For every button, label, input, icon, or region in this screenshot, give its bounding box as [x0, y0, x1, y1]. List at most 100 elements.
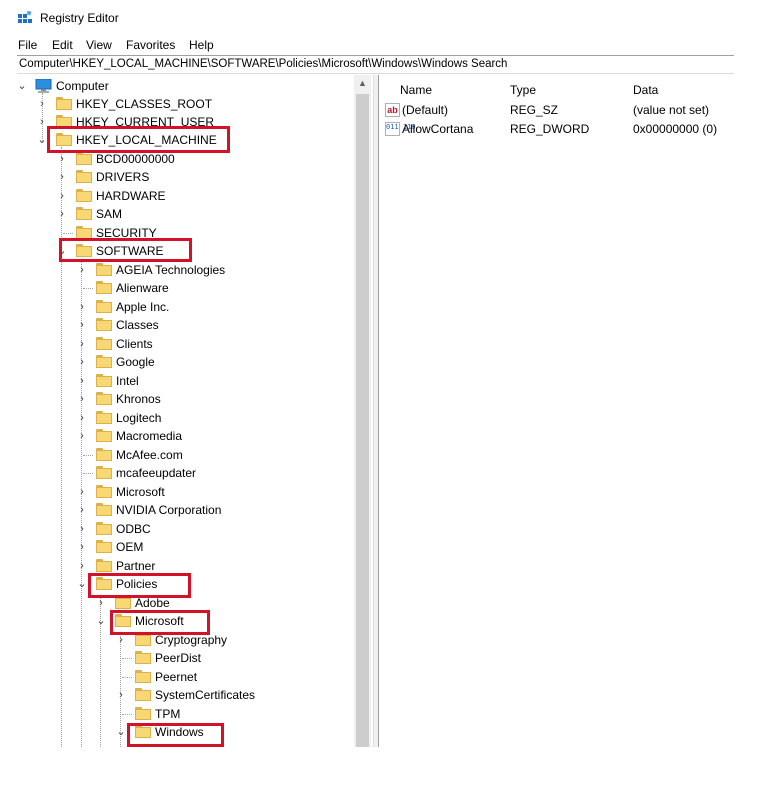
value-row[interactable]: ab (Default) REG_SZ (value not set): [378, 101, 734, 119]
chevron-down-icon[interactable]: ⌄: [17, 77, 27, 95]
tree-item[interactable]: › Google: [17, 353, 367, 371]
key-tree-pane[interactable]: ⌄ Computer › HKEY_CLASSES_ROOT › HKEY_CU…: [17, 75, 369, 747]
tree-label: AGEIA Technologies: [116, 263, 226, 277]
tree-label: DRIVERS: [96, 170, 150, 184]
tree-label: Apple Inc.: [116, 300, 170, 314]
column-header-type[interactable]: Type: [510, 83, 536, 97]
chevron-right-icon[interactable]: ›: [57, 205, 67, 223]
tree-item[interactable]: › Intel: [17, 372, 367, 390]
binary-value-icon: 011 110: [385, 122, 416, 136]
highlight-box-hklm: [47, 126, 230, 153]
tree-item-computer[interactable]: ⌄ Computer: [17, 77, 367, 95]
tree-item[interactable]: › Logitech: [17, 409, 367, 427]
tree-label: TPM: [155, 707, 181, 721]
chevron-down-icon[interactable]: ⌄: [116, 723, 126, 741]
tree-label: Adobe: [135, 596, 170, 610]
tree-item[interactable]: Alienware: [17, 279, 367, 297]
tree-item[interactable]: › OEM: [17, 538, 367, 556]
tree-item[interactable]: McAfee.com: [17, 446, 367, 464]
tree-item[interactable]: › AGEIA Technologies: [17, 261, 367, 279]
folder-icon: [96, 522, 112, 535]
chevron-right-icon[interactable]: ›: [77, 261, 87, 279]
highlight-box-microsoft: [110, 610, 210, 635]
tree-label: HKEY_CLASSES_ROOT: [76, 97, 213, 111]
chevron-right-icon[interactable]: ›: [77, 501, 87, 519]
tree-item-hkcr[interactable]: › HKEY_CLASSES_ROOT: [17, 95, 367, 113]
value-row[interactable]: 011 110 AllowCortana REG_DWORD 0x0000000…: [378, 120, 734, 138]
chevron-right-icon[interactable]: ›: [77, 316, 87, 334]
menu-file[interactable]: File: [18, 38, 37, 52]
chevron-right-icon[interactable]: ›: [57, 187, 67, 205]
menu-help[interactable]: Help: [189, 38, 214, 52]
address-bar[interactable]: Computer\HKEY_LOCAL_MACHINE\SOFTWARE\Pol…: [17, 55, 734, 74]
tree-label: Classes: [116, 318, 159, 332]
chevron-down-icon[interactable]: ⌄: [37, 131, 47, 149]
folder-icon: [96, 318, 112, 331]
chevron-right-icon[interactable]: ›: [37, 113, 47, 131]
tree-label: mcafeeupdater: [116, 466, 197, 480]
tree-label: Intel: [116, 374, 139, 388]
tree-item[interactable]: › Partner: [17, 557, 367, 575]
tree-item[interactable]: › NVIDIA Corporation: [17, 501, 367, 519]
folder-icon: [96, 300, 112, 313]
chevron-right-icon[interactable]: ›: [57, 168, 67, 186]
tree-item[interactable]: › HARDWARE: [17, 187, 367, 205]
string-value-icon: ab: [385, 103, 400, 117]
folder-icon: [135, 670, 151, 683]
tree-item[interactable]: › Clients: [17, 335, 367, 353]
value-type: REG_SZ: [510, 103, 559, 117]
chevron-right-icon[interactable]: ›: [116, 686, 126, 704]
chevron-right-icon[interactable]: ›: [77, 298, 87, 316]
chevron-down-icon[interactable]: ⌄: [77, 575, 87, 593]
folder-icon: [96, 559, 112, 572]
chevron-right-icon[interactable]: ›: [77, 353, 87, 371]
chevron-right-icon[interactable]: ›: [77, 335, 87, 353]
chevron-right-icon[interactable]: ›: [77, 409, 87, 427]
chevron-right-icon[interactable]: ›: [37, 95, 47, 113]
tree-item[interactable]: PeerDist: [17, 649, 367, 667]
tree-item[interactable]: › ODBC: [17, 520, 367, 538]
column-header-data[interactable]: Data: [633, 83, 658, 97]
chevron-right-icon[interactable]: ›: [77, 483, 87, 501]
tree-label: Logitech: [116, 411, 162, 425]
tree-item[interactable]: › Khronos: [17, 390, 367, 408]
tree-item[interactable]: mcafeeupdater: [17, 464, 367, 482]
chevron-right-icon[interactable]: ›: [77, 390, 87, 408]
tree-item[interactable]: Peernet: [17, 668, 367, 686]
chevron-right-icon[interactable]: ›: [77, 372, 87, 390]
menu-view[interactable]: View: [86, 38, 112, 52]
chevron-right-icon[interactable]: ›: [77, 520, 87, 538]
tree-label: Computer: [56, 79, 109, 93]
address-path[interactable]: Computer\HKEY_LOCAL_MACHINE\SOFTWARE\Pol…: [19, 58, 507, 70]
tree-item[interactable]: › Classes: [17, 316, 367, 334]
folder-icon: [56, 97, 72, 110]
highlight-box-software: [59, 238, 192, 262]
tree-item[interactable]: › Microsoft: [17, 483, 367, 501]
chevron-down-icon[interactable]: ⌄: [96, 612, 106, 630]
scroll-up-arrow-icon[interactable]: ▲: [354, 75, 371, 92]
chevron-right-icon[interactable]: ›: [77, 538, 87, 556]
folder-icon: [96, 337, 112, 350]
menu-favorites[interactable]: Favorites: [126, 38, 175, 52]
values-pane[interactable]: Name Type Data ab (Default) REG_SZ (valu…: [378, 75, 734, 747]
highlight-box-windows: [127, 723, 224, 747]
tree-item[interactable]: › DRIVERS: [17, 168, 367, 186]
tree-item[interactable]: › SAM: [17, 205, 367, 223]
chevron-right-icon[interactable]: ›: [77, 427, 87, 445]
tree-item-policies[interactable]: ⌄ Policies: [17, 575, 367, 593]
scroll-thumb[interactable]: [356, 94, 369, 747]
folder-icon: [76, 207, 92, 220]
tree-item[interactable]: › Apple Inc.: [17, 298, 367, 316]
tree-label: Microsoft: [116, 485, 165, 499]
column-header-name[interactable]: Name: [400, 83, 432, 97]
menu-edit[interactable]: Edit: [52, 38, 73, 52]
tree-item[interactable]: › Macromedia: [17, 427, 367, 445]
tree-item[interactable]: › SystemCertificates: [17, 686, 367, 704]
chevron-right-icon[interactable]: ›: [77, 557, 87, 575]
tree-item[interactable]: TPM: [17, 705, 367, 723]
folder-icon: [135, 688, 151, 701]
folder-icon: [96, 392, 112, 405]
tree-label: SAM: [96, 207, 123, 221]
tree-label: McAfee.com: [116, 448, 183, 462]
tree-scrollbar[interactable]: ▲: [354, 75, 371, 747]
